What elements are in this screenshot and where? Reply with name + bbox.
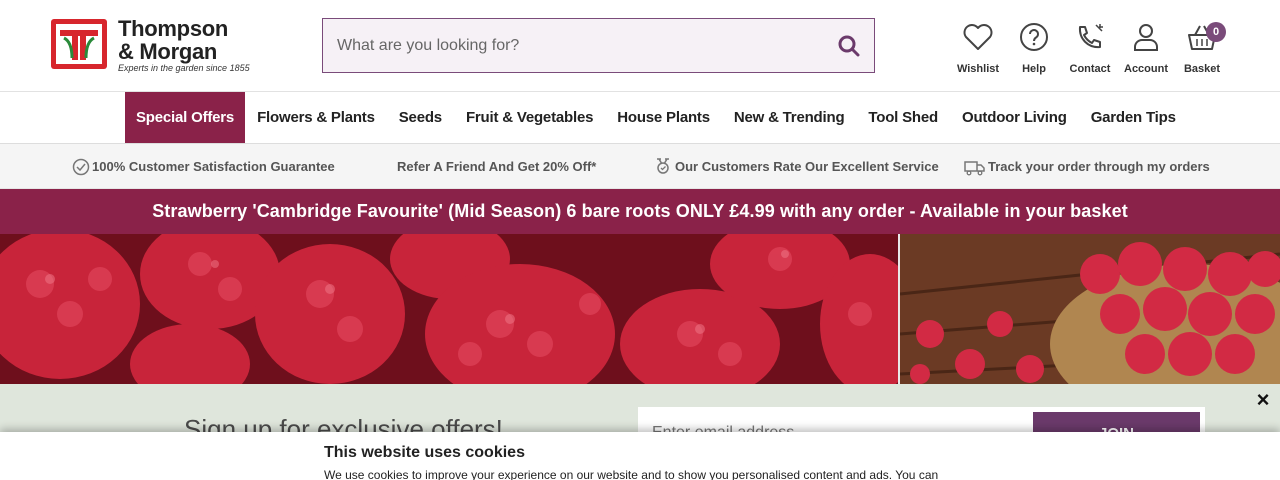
nav-item-fruit-vegetables[interactable]: Fruit & Vegetables xyxy=(454,92,605,143)
nav-item-house-plants[interactable]: House Plants xyxy=(605,92,722,143)
cookie-text: We use cookies to improve your experienc… xyxy=(324,468,939,480)
raspberries-image xyxy=(0,234,898,384)
logo-tagline: Experts in the garden since 1855 xyxy=(118,63,250,73)
promo-banner[interactable]: Strawberry 'Cambridge Favourite' (Mid Se… xyxy=(0,189,1280,234)
usp-rating[interactable]: Our Customers Rate Our Excellent Service xyxy=(653,144,939,189)
nav-item-outdoor-living[interactable]: Outdoor Living xyxy=(950,92,1079,143)
heart-icon xyxy=(963,24,993,50)
check-circle-icon xyxy=(72,158,90,175)
nav-item-tool-shed[interactable]: Tool Shed xyxy=(856,92,950,143)
contact-link[interactable]: Contact xyxy=(1062,20,1118,80)
usp-rating-label: Our Customers Rate Our Excellent Service xyxy=(675,159,939,174)
phone-icon xyxy=(1078,24,1103,49)
usp-refer-label: Refer A Friend And Get 20% Off* xyxy=(397,159,597,174)
nav-item-special-offers[interactable]: Special Offers xyxy=(125,92,246,143)
search-button[interactable] xyxy=(834,31,864,61)
contact-label: Contact xyxy=(1069,63,1111,75)
wishlist-label: Wishlist xyxy=(956,63,1000,75)
usp-strip: 100% Customer Satisfaction Guarantee Ref… xyxy=(0,144,1280,189)
search-input[interactable] xyxy=(323,19,823,72)
basket-label: Basket xyxy=(1183,63,1221,75)
close-icon[interactable]: × xyxy=(1252,388,1274,412)
help-link[interactable]: Help xyxy=(1006,20,1062,80)
nav-item-garden-tips[interactable]: Garden Tips xyxy=(1079,92,1188,143)
header-tools: Wishlist Help Contact Account 0 Basket xyxy=(950,20,1230,80)
usp-track-label: Track your order through my orders xyxy=(988,159,1210,174)
account-link[interactable]: Account xyxy=(1118,20,1174,80)
search-bar xyxy=(322,18,875,73)
help-icon xyxy=(1020,23,1048,51)
nav-item-flowers-plants[interactable]: Flowers & Plants xyxy=(245,92,387,143)
cookie-banner: This website uses cookies We use cookies… xyxy=(0,432,1280,480)
usp-refer-friend[interactable]: Refer A Friend And Get 20% Off* xyxy=(397,144,596,189)
main-nav: Special Offers Flowers & Plants Seeds Fr… xyxy=(0,92,1280,144)
logo-name-line2: & Morgan xyxy=(118,39,218,64)
logo-icon xyxy=(51,19,107,69)
usp-track-order[interactable]: Track your order through my orders xyxy=(964,144,1210,189)
truck-icon xyxy=(964,160,985,175)
usp-satisfaction[interactable]: 100% Customer Satisfaction Guarantee xyxy=(72,144,335,189)
nav-item-new-trending[interactable]: New & Trending xyxy=(722,92,857,143)
cookie-title: This website uses cookies xyxy=(324,444,525,461)
basket-link[interactable]: 0 Basket xyxy=(1174,20,1230,80)
award-icon xyxy=(657,157,669,174)
site-header: Thompson & Morgan Experts in the garden … xyxy=(0,0,1280,92)
raspberry-basket-image xyxy=(900,234,1280,384)
nav-item-seeds[interactable]: Seeds xyxy=(387,92,454,143)
account-label: Account xyxy=(1124,63,1168,75)
basket-count-badge: 0 xyxy=(1206,22,1226,42)
promo-text: Strawberry 'Cambridge Favourite' (Mid Se… xyxy=(152,201,1128,221)
user-icon xyxy=(1134,24,1158,51)
help-label: Help xyxy=(1022,63,1046,75)
usp-satisfaction-label: 100% Customer Satisfaction Guarantee xyxy=(92,159,335,174)
search-icon xyxy=(838,35,860,57)
wishlist-link[interactable]: Wishlist xyxy=(950,20,1006,80)
hero-banner[interactable] xyxy=(0,234,1280,384)
logo[interactable]: Thompson & Morgan Experts in the garden … xyxy=(50,16,250,76)
